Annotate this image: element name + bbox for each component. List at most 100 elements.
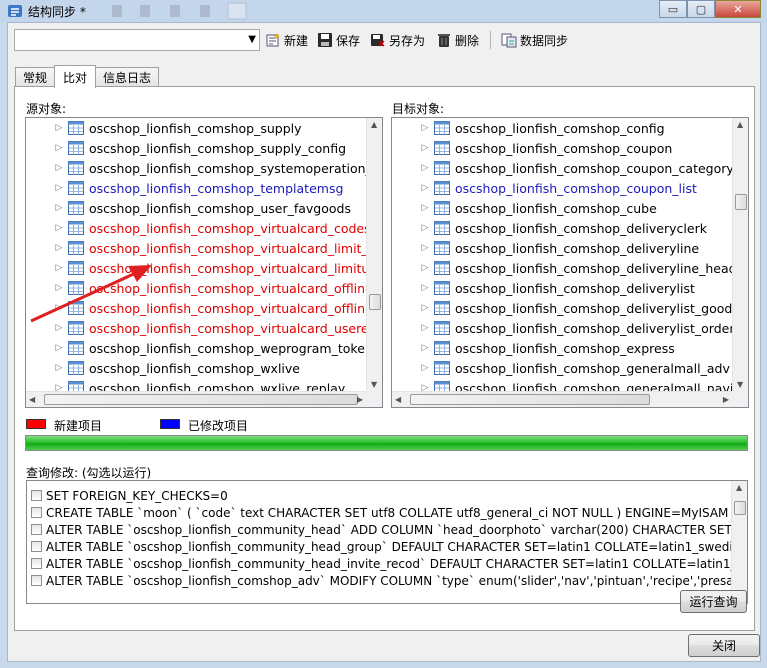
expand-arrow-icon[interactable]: ▷ xyxy=(52,343,66,353)
tree-row[interactable]: ▷ oscshop_lionfish_comshop_coupon xyxy=(392,138,673,158)
scroll-up-arrow-icon[interactable]: ▲ xyxy=(736,483,742,492)
expand-arrow-icon[interactable]: ▷ xyxy=(418,123,432,133)
tab-message-log[interactable]: 信息日志 xyxy=(95,67,160,87)
source-hscrollbar[interactable]: ◀ ▶ xyxy=(26,391,366,407)
expand-arrow-icon[interactable]: ▷ xyxy=(418,383,432,391)
expand-arrow-icon[interactable]: ▷ xyxy=(52,223,66,233)
tree-row[interactable]: ▷ oscshop_lionfish_comshop_virtualcard_co… xyxy=(26,218,366,238)
query-row[interactable]: ALTER TABLE `oscshop_lionfish_comshop_ad… xyxy=(27,572,731,589)
scroll-up-arrow-icon[interactable]: ▲ xyxy=(371,120,377,129)
expand-arrow-icon[interactable]: ▷ xyxy=(52,243,66,253)
expand-arrow-icon[interactable]: ▷ xyxy=(418,143,432,153)
tree-row[interactable]: ▷ oscshop_lionfish_comshop_deliveryline xyxy=(392,238,700,258)
tab-compare[interactable]: 比对 xyxy=(54,65,97,88)
expand-arrow-icon[interactable]: ▷ xyxy=(418,223,432,233)
delete-button[interactable]: 删除 xyxy=(436,31,479,49)
tree-row[interactable]: ▷ oscshop_lionfish_comshop_weprogram_toke… xyxy=(26,338,366,358)
maximize-button[interactable]: ▢ xyxy=(687,0,715,18)
query-row[interactable]: CREATE TABLE `moon` ( `code` text CHARAC… xyxy=(27,504,731,521)
tree-row[interactable]: ▷ oscshop_lionfish_comshop_generalmall_na… xyxy=(392,378,732,391)
scroll-left-arrow-icon[interactable]: ◀ xyxy=(395,395,401,404)
source-tree[interactable]: ▷ oscshop_lionfish_comshop_supply ▷ oscshop… xyxy=(25,117,383,408)
close-window-button[interactable]: ✕ xyxy=(715,0,761,18)
scroll-thumb[interactable] xyxy=(735,194,747,210)
tree-row[interactable]: ▷ oscshop_lionfish_comshop_coupon_list xyxy=(392,178,697,198)
target-vscrollbar[interactable]: ▲ ▼ xyxy=(732,118,748,391)
query-row[interactable]: SET FOREIGN_KEY_CHECKS=0 xyxy=(27,487,228,504)
scroll-right-arrow-icon[interactable]: ▶ xyxy=(723,395,729,404)
expand-arrow-icon[interactable]: ▷ xyxy=(52,323,66,333)
expand-arrow-icon[interactable]: ▷ xyxy=(52,263,66,273)
expand-arrow-icon[interactable]: ▷ xyxy=(52,283,66,293)
scroll-up-arrow-icon[interactable]: ▲ xyxy=(737,120,743,129)
scroll-down-arrow-icon[interactable]: ▼ xyxy=(737,380,743,389)
tab-general[interactable]: 常规 xyxy=(15,67,56,87)
query-row-checkbox[interactable] xyxy=(31,490,42,501)
expand-arrow-icon[interactable]: ▷ xyxy=(418,343,432,353)
scroll-thumb[interactable] xyxy=(369,294,381,310)
source-vscrollbar[interactable]: ▲ ▼ xyxy=(366,118,382,391)
scroll-thumb[interactable] xyxy=(410,394,650,405)
expand-arrow-icon[interactable]: ▷ xyxy=(52,163,66,173)
tree-row[interactable]: ▷ oscshop_lionfish_comshop_cube xyxy=(392,198,657,218)
data-sync-button[interactable]: 数据同步 xyxy=(501,31,568,49)
profile-combo[interactable]: ▼ xyxy=(14,29,260,51)
tree-row[interactable]: ▷ oscshop_lionfish_comshop_virtualcard_us… xyxy=(26,318,366,338)
tree-row[interactable]: ▷ oscshop_lionfish_comshop_deliveryclerk xyxy=(392,218,707,238)
title-bar[interactable]: 结构同步 * ▭ ▢ ✕ xyxy=(0,0,767,22)
expand-arrow-icon[interactable]: ▷ xyxy=(52,143,66,153)
close-button[interactable]: 关闭 xyxy=(688,634,760,657)
expand-arrow-icon[interactable]: ▷ xyxy=(418,363,432,373)
scroll-left-arrow-icon[interactable]: ◀ xyxy=(29,395,35,404)
query-list[interactable]: SET FOREIGN_KEY_CHECKS=0 CREATE TABLE `mo… xyxy=(26,480,748,604)
tree-row[interactable]: ▷ oscshop_lionfish_comshop_virtualcard_of… xyxy=(26,278,366,298)
expand-arrow-icon[interactable]: ▷ xyxy=(52,363,66,373)
expand-arrow-icon[interactable]: ▷ xyxy=(418,283,432,293)
expand-arrow-icon[interactable]: ▷ xyxy=(52,383,66,391)
expand-arrow-icon[interactable]: ▷ xyxy=(52,183,66,193)
tree-row[interactable]: ▷ oscshop_lionfish_comshop_config xyxy=(392,118,665,138)
expand-arrow-icon[interactable]: ▷ xyxy=(418,323,432,333)
query-row-checkbox[interactable] xyxy=(31,541,42,552)
query-row[interactable]: ALTER TABLE `oscshop_lionfish_community_… xyxy=(27,521,731,538)
minimize-button[interactable]: ▭ xyxy=(659,0,687,18)
tree-row[interactable]: ▷ oscshop_lionfish_comshop_deliverylist xyxy=(392,278,695,298)
tree-row[interactable]: ▷ oscshop_lionfish_comshop_virtualcard_of… xyxy=(26,298,366,318)
query-row-checkbox[interactable] xyxy=(31,558,42,569)
query-row-checkbox[interactable] xyxy=(31,524,42,535)
tree-row[interactable]: ▷ oscshop_lionfish_comshop_systemoperatio… xyxy=(26,158,366,178)
scroll-down-arrow-icon[interactable]: ▼ xyxy=(371,380,377,389)
tree-row[interactable]: ▷ oscshop_lionfish_comshop_virtualcard_li… xyxy=(26,238,366,258)
tree-row[interactable]: ▷ oscshop_lionfish_comshop_virtualcard_li… xyxy=(26,258,366,278)
tree-row[interactable]: ▷ oscshop_lionfish_comshop_supply_config xyxy=(26,138,346,158)
tree-row[interactable]: ▷ oscshop_lionfish_comshop_deliveryline_h… xyxy=(392,258,732,278)
save-button[interactable]: 保存 xyxy=(317,31,360,49)
query-vscrollbar[interactable]: ▲ ▼ xyxy=(731,481,747,603)
tree-row[interactable]: ▷ oscshop_lionfish_comshop_deliverylist_g… xyxy=(392,298,732,318)
tree-row[interactable]: ▷ oscshop_lionfish_comshop_user_favgoods xyxy=(26,198,351,218)
expand-arrow-icon[interactable]: ▷ xyxy=(418,243,432,253)
tree-row[interactable]: ▷ oscshop_lionfish_comshop_deliverylist_o… xyxy=(392,318,732,338)
tree-row[interactable]: ▷ oscshop_lionfish_comshop_wxlive_replay xyxy=(26,378,345,391)
scroll-thumb[interactable] xyxy=(734,501,746,515)
expand-arrow-icon[interactable]: ▷ xyxy=(418,183,432,193)
expand-arrow-icon[interactable]: ▷ xyxy=(52,303,66,313)
target-hscrollbar[interactable]: ◀ ▶ xyxy=(392,391,732,407)
tree-row[interactable]: ▷ oscshop_lionfish_comshop_generalmall_ad… xyxy=(392,358,730,378)
expand-arrow-icon[interactable]: ▷ xyxy=(418,263,432,273)
query-row-checkbox[interactable] xyxy=(31,507,42,518)
tree-row[interactable]: ▷ oscshop_lionfish_comshop_templatemsg xyxy=(26,178,344,198)
expand-arrow-icon[interactable]: ▷ xyxy=(52,123,66,133)
expand-arrow-icon[interactable]: ▷ xyxy=(418,163,432,173)
tree-row[interactable]: ▷ oscshop_lionfish_comshop_coupon_categor… xyxy=(392,158,732,178)
chevron-down-icon[interactable]: ▼ xyxy=(248,34,256,45)
query-row-checkbox[interactable] xyxy=(31,575,42,586)
scroll-thumb[interactable] xyxy=(44,394,358,405)
tree-row[interactable]: ▷ oscshop_lionfish_comshop_wxlive xyxy=(26,358,300,378)
query-row[interactable]: ALTER TABLE `oscshop_lionfish_community_… xyxy=(27,555,731,572)
run-query-button[interactable]: 运行查询 xyxy=(680,590,747,613)
tree-row[interactable]: ▷ oscshop_lionfish_comshop_express xyxy=(392,338,675,358)
expand-arrow-icon[interactable]: ▷ xyxy=(418,303,432,313)
scroll-right-arrow-icon[interactable]: ▶ xyxy=(357,395,363,404)
save-as-button[interactable]: 另存为 xyxy=(370,31,425,49)
